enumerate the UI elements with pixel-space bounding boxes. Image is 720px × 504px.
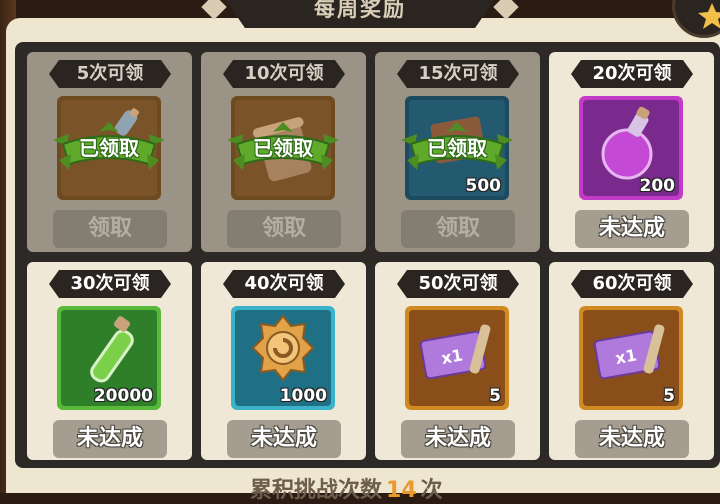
challenge-count-text: 累积挑战次数 14 次: [250, 472, 443, 504]
item-quantity: 1000: [279, 386, 327, 406]
claimed-stamp-text: 已领取: [253, 136, 313, 160]
reward-card-60: 60次可领 x1 5 未达成: [549, 262, 714, 460]
page-title: 每周奖励: [314, 0, 406, 21]
title-banner: 每周奖励: [201, 0, 519, 32]
reward-item: 200: [579, 96, 683, 200]
not-achieved-button[interactable]: 未达成: [575, 420, 689, 458]
reward-card-5: 5次可领 已领取 领取: [27, 52, 192, 252]
not-achieved-button[interactable]: 未达成: [575, 210, 689, 248]
reward-item: x1 5: [405, 306, 509, 410]
claim-button[interactable]: 领取: [401, 210, 515, 248]
item-quantity: 5: [489, 386, 501, 406]
claim-button[interactable]: 领取: [53, 210, 167, 248]
svg-text:x1: x1: [614, 345, 638, 367]
reward-item: 已领取: [53, 96, 165, 200]
reward-threshold-label: 20次可领: [571, 60, 693, 88]
reward-card-40: 40次可领 1000 未达成: [201, 262, 366, 460]
challenge-count-value: 14: [386, 478, 417, 503]
reward-threshold-label: 10次可领: [223, 60, 345, 88]
reward-item: 已领取 500: [401, 96, 513, 200]
not-achieved-button[interactable]: 未达成: [53, 420, 167, 458]
reward-item: x1 5: [579, 306, 683, 410]
reward-card-10: 10次可领 已领取 领取: [201, 52, 366, 252]
item-quantity: 500: [465, 176, 502, 196]
reward-item: 20000: [57, 306, 161, 410]
challenge-count-unit: 次: [420, 478, 443, 503]
green-vial-icon: [90, 316, 134, 383]
claimed-stamp: 已领取: [49, 120, 169, 176]
reward-card-30: 30次可领 20000 未达成: [27, 262, 192, 460]
reward-threshold-label: 30次可领: [49, 270, 171, 298]
claimed-stamp: 已领取: [223, 120, 343, 176]
reward-threshold-label: 60次可领: [571, 270, 693, 298]
challenge-count-label: 累积挑战次数: [250, 478, 383, 503]
reward-card-20: 20次可领 200 未达成: [549, 52, 714, 252]
star-icon: [698, 3, 720, 29]
claimed-stamp: 已领取: [397, 120, 517, 176]
item-quantity: 20000: [93, 386, 153, 406]
reward-threshold-label: 40次可领: [223, 270, 345, 298]
x1-ticket-icon: x1: [419, 324, 491, 380]
reward-item: 已领取: [227, 96, 339, 200]
item-quantity: 5: [663, 386, 675, 406]
reward-card-15: 15次可领 已领取 500 领取: [375, 52, 540, 252]
reward-threshold-label: 5次可领: [49, 60, 171, 88]
purple-potion-icon: [601, 106, 653, 180]
gold-coin-icon: [251, 314, 315, 382]
svg-text:x1: x1: [440, 345, 464, 367]
reward-threshold-label: 15次可领: [397, 60, 519, 88]
claimed-stamp-text: 已领取: [79, 136, 139, 160]
x1-ticket-icon: x1: [593, 324, 665, 380]
claim-button[interactable]: 领取: [227, 210, 341, 248]
reward-item: 1000: [231, 306, 335, 410]
not-achieved-button[interactable]: 未达成: [401, 420, 515, 458]
not-achieved-button[interactable]: 未达成: [227, 420, 341, 458]
reward-card-50: 50次可领 x1 5 未达成: [375, 262, 540, 460]
rewards-grid: 5次可领 已领取 领取 10次可领 已领取 领取 15次可领 已领取 500 领…: [15, 42, 720, 468]
claimed-stamp-text: 已领取: [427, 136, 487, 160]
reward-threshold-label: 50次可领: [397, 270, 519, 298]
item-quantity: 200: [639, 176, 676, 196]
